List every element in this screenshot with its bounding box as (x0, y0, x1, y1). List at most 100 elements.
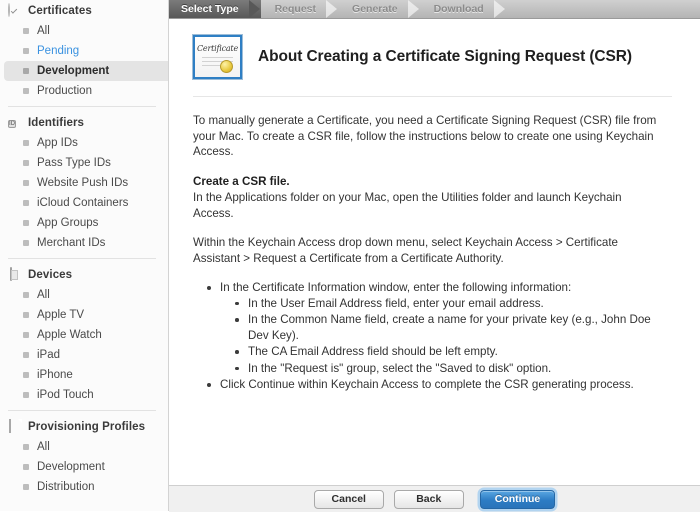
sidebar-group-header-provisioning-profiles[interactable]: Provisioning Profiles (0, 416, 168, 437)
step-request[interactable]: Request (261, 0, 338, 18)
sidebar-group-title: Certificates (28, 5, 92, 17)
sidebar-item-label: Apple TV (37, 309, 84, 321)
instruction-sublist: In the User Email Address field, enter y… (220, 296, 660, 377)
step-download[interactable]: Download (420, 0, 506, 18)
bullet-text: In the Certificate Information window, e… (220, 281, 571, 294)
bullet-icon (23, 220, 29, 226)
sidebar-group-identifiers: ID Identifiers App IDs Pass Type IDs Web… (0, 112, 168, 253)
sidebar-item-profiles-development[interactable]: Development (0, 457, 168, 477)
step-label: Generate (352, 3, 398, 15)
bullet-icon (23, 332, 29, 338)
sidebar-group-header-devices[interactable]: Devices (0, 264, 168, 285)
bullet-icon (23, 484, 29, 490)
sidebar-group-title: Identifiers (28, 117, 84, 129)
bullet-icon (23, 464, 29, 470)
sidebar-item-app-groups[interactable]: App Groups (0, 213, 168, 233)
page-title: About Creating a Certificate Signing Req… (258, 48, 632, 66)
sidebar-group-title: Provisioning Profiles (28, 421, 145, 433)
sidebar-item-profiles-distribution[interactable]: Distribution (0, 477, 168, 497)
wizard-step-bar: Select Type Request Generate Download (169, 0, 700, 19)
step-label: Select Type (181, 3, 239, 15)
sidebar-item-certificates-all[interactable]: All (0, 21, 168, 41)
sidebar-item-certificates-development[interactable]: Development (4, 61, 168, 81)
sidebar-item-ipad[interactable]: iPad (0, 345, 168, 365)
sidebar-item-label: App IDs (37, 137, 78, 149)
bullet-icon (23, 140, 29, 146)
bullet-icon (23, 444, 29, 450)
chevron-right-icon (408, 0, 420, 18)
sidebar-item-certificates-pending[interactable]: Pending (0, 41, 168, 61)
sidebar-group-title: Devices (28, 269, 72, 281)
sidebar-group-devices: Devices All Apple TV Apple Watch iPad iP… (0, 264, 168, 405)
intro-paragraph: To manually generate a Certificate, you … (193, 113, 660, 160)
keychain-menu-paragraph: Within the Keychain Access drop down men… (193, 235, 660, 266)
page-header: Certificate About Creating a Certificate… (169, 19, 700, 79)
sidebar-item-label: App Groups (37, 217, 98, 229)
sidebar: Certificates All Pending Development Pro… (0, 0, 169, 511)
bullet-icon (23, 160, 29, 166)
list-item: In the Common Name field, create a name … (248, 312, 660, 343)
cancel-button[interactable]: Cancel (314, 490, 384, 509)
bullet-icon (23, 200, 29, 206)
sidebar-item-app-ids[interactable]: App IDs (0, 133, 168, 153)
sidebar-item-label: Apple Watch (37, 329, 102, 341)
sidebar-item-label: Pass Type IDs (37, 157, 111, 169)
create-csr-body: In the Applications folder on your Mac, … (193, 190, 660, 221)
sidebar-item-label: Development (37, 65, 109, 77)
continue-button[interactable]: Continue (480, 490, 556, 509)
chevron-right-icon (326, 0, 338, 18)
sidebar-item-label: iPod Touch (37, 389, 94, 401)
step-generate[interactable]: Generate (338, 0, 420, 18)
main-content: Certificate About Creating a Certificate… (169, 19, 700, 485)
bullet-icon (23, 180, 29, 186)
instructions-body: To manually generate a Certificate, you … (169, 97, 700, 393)
sidebar-group-provisioning-profiles: Provisioning Profiles All Development Di… (0, 416, 168, 497)
step-select-type[interactable]: Select Type (169, 0, 261, 18)
seal-icon (220, 60, 233, 73)
create-csr-subheading: Create a CSR file. (193, 174, 660, 190)
bullet-icon (23, 68, 29, 74)
sidebar-item-iphone[interactable]: iPhone (0, 365, 168, 385)
sidebar-item-profiles-all[interactable]: All (0, 437, 168, 457)
bullet-icon (23, 312, 29, 318)
certificate-icon-caption: Certificate (195, 44, 240, 53)
document-icon (8, 420, 21, 433)
chevron-right-icon (249, 0, 261, 18)
sidebar-item-label: Distribution (37, 481, 95, 493)
sidebar-item-certificates-production[interactable]: Production (0, 81, 168, 101)
sidebar-item-apple-tv[interactable]: Apple TV (0, 305, 168, 325)
certificate-badge-icon (8, 4, 21, 17)
bullet-icon (23, 292, 29, 298)
instruction-list: In the Certificate Information window, e… (193, 280, 660, 393)
sidebar-item-label: Pending (37, 45, 79, 57)
sidebar-item-website-push-ids[interactable]: Website Push IDs (0, 173, 168, 193)
sidebar-item-label: iCloud Containers (37, 197, 128, 209)
sidebar-item-devices-all[interactable]: All (0, 285, 168, 305)
list-item: The CA Email Address field should be lef… (248, 344, 660, 360)
sidebar-item-label: iPhone (37, 369, 73, 381)
bullet-icon (23, 372, 29, 378)
sidebar-item-pass-type-ids[interactable]: Pass Type IDs (0, 153, 168, 173)
sidebar-item-label: Merchant IDs (37, 237, 105, 249)
sidebar-item-label: All (37, 25, 50, 37)
sidebar-item-merchant-ids[interactable]: Merchant IDs (0, 233, 168, 253)
sidebar-group-header-identifiers[interactable]: ID Identifiers (0, 112, 168, 133)
bullet-icon (23, 48, 29, 54)
footer-button-bar: Cancel Back Continue (169, 485, 700, 512)
step-label: Download (434, 3, 484, 15)
sidebar-divider (8, 410, 156, 411)
bullet-icon (23, 28, 29, 34)
sidebar-item-apple-watch[interactable]: Apple Watch (0, 325, 168, 345)
sidebar-item-label: Development (37, 461, 105, 473)
chevron-right-icon (494, 0, 506, 18)
app-root: Certificates All Pending Development Pro… (0, 0, 700, 511)
sidebar-item-ipod-touch[interactable]: iPod Touch (0, 385, 168, 405)
list-item: In the User Email Address field, enter y… (248, 296, 660, 312)
sidebar-item-icloud-containers[interactable]: iCloud Containers (0, 193, 168, 213)
list-item: In the "Request is" group, select the "S… (248, 361, 660, 377)
back-button[interactable]: Back (394, 490, 464, 509)
bullet-icon (23, 88, 29, 94)
sidebar-group-header-certificates[interactable]: Certificates (0, 0, 168, 21)
list-item: Click Continue within Keychain Access to… (220, 377, 660, 393)
certificate-icon: Certificate (193, 35, 242, 79)
